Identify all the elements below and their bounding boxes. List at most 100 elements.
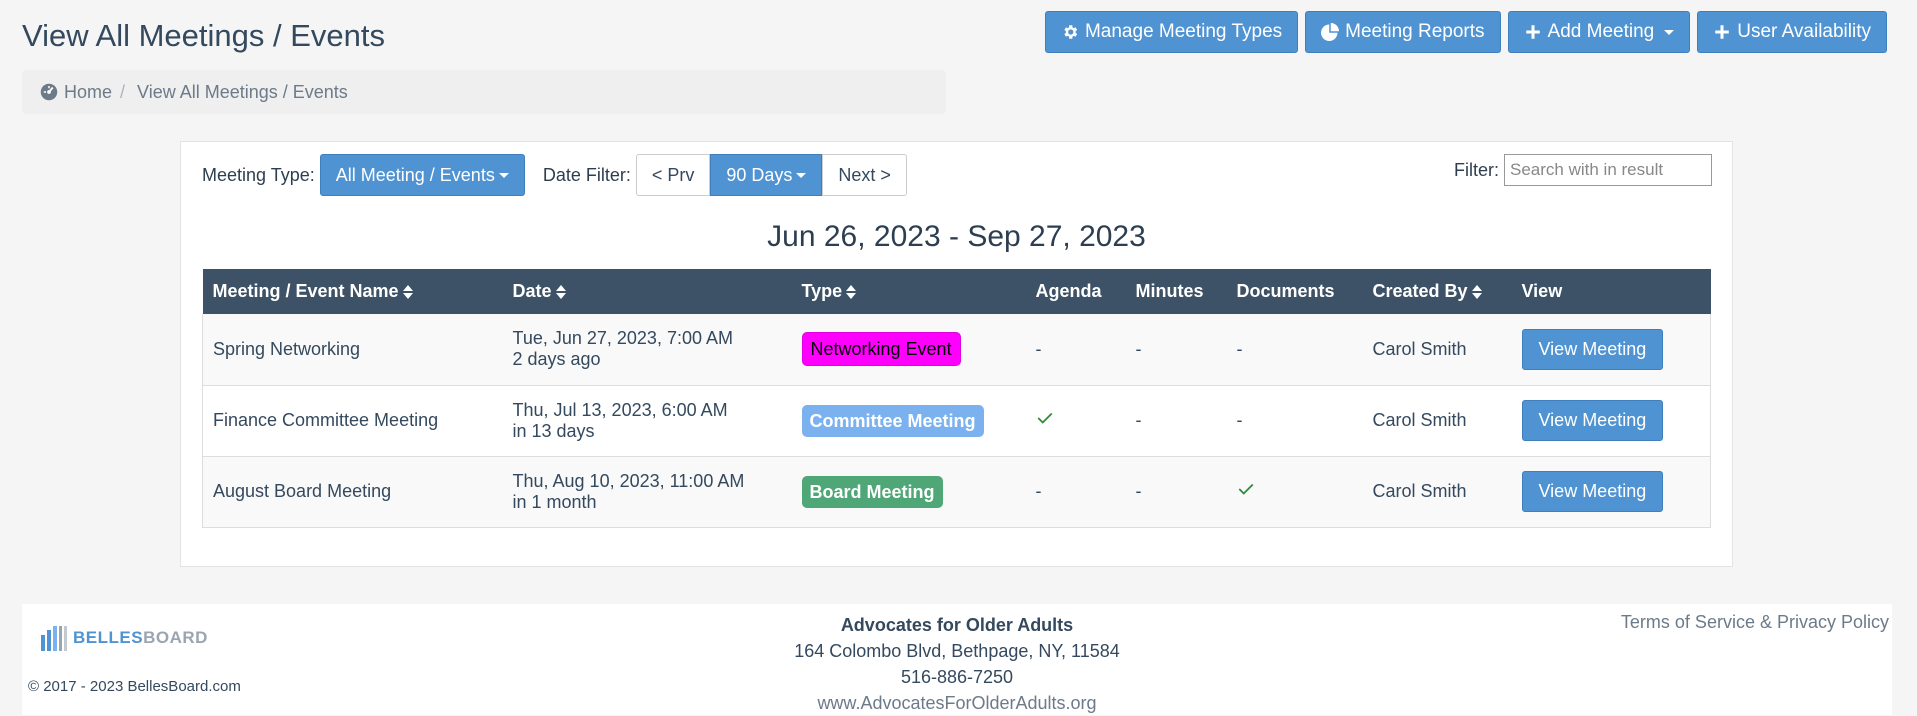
meeting-type: Networking Event — [791, 314, 1026, 386]
breadcrumb-current: View All Meetings / Events — [137, 81, 348, 102]
add-meeting-label: Add Meeting — [1547, 21, 1655, 42]
table-header-row: Meeting / Event Name Date Type Agenda Mi… — [202, 269, 1711, 314]
agenda-cell — [1025, 385, 1126, 457]
sort-icon — [1471, 285, 1482, 300]
user-availability-label: User Availability — [1737, 21, 1871, 42]
view-meeting-button[interactable]: View Meeting — [1521, 328, 1664, 370]
date-relative: 2 days ago — [512, 349, 601, 370]
created-by: Carol Smith — [1362, 456, 1512, 528]
view-cell: View Meeting — [1511, 456, 1711, 528]
documents-cell: - — [1226, 385, 1363, 457]
col-view-header: View — [1511, 269, 1711, 314]
type-badge: Networking Event — [801, 332, 961, 367]
next-range-button[interactable]: Next > — [822, 154, 907, 196]
sort-icon — [846, 285, 857, 300]
search-filter: Filter: — [1454, 154, 1712, 186]
plus-icon — [1525, 25, 1540, 39]
filter-bar: Meeting Type: All Meeting / Events Date … — [202, 154, 907, 196]
manage-meeting-types-button[interactable]: Manage Meeting Types — [1044, 11, 1299, 53]
table-row: August Board Meeting Thu, Aug 10, 2023, … — [202, 456, 1711, 528]
col-created-by-header[interactable]: Created By — [1362, 269, 1512, 314]
check-icon — [1238, 483, 1253, 495]
top-actions: Manage Meeting Types Meeting Reports Add… — [1044, 11, 1887, 53]
col-agenda-header: Agenda — [1025, 269, 1126, 314]
page-title: View All Meetings / Events — [22, 18, 385, 53]
col-created-by-label: Created By — [1372, 281, 1468, 301]
date-filter-label: Date Filter: — [542, 164, 631, 185]
org-phone: 516-886-7250 — [900, 667, 1014, 687]
range-value: 90 Days — [726, 164, 793, 185]
meeting-date: Thu, Jul 13, 2023, 6:00 AM in 13 days — [502, 385, 792, 457]
agenda-cell: - — [1025, 456, 1126, 528]
col-type-label: Type — [801, 281, 843, 301]
documents-cell — [1226, 456, 1363, 528]
meeting-reports-button[interactable]: Meeting Reports — [1305, 11, 1501, 53]
add-meeting-button[interactable]: Add Meeting — [1507, 11, 1691, 53]
minutes-cell: - — [1125, 456, 1227, 528]
user-availability-button[interactable]: User Availability — [1697, 11, 1887, 53]
meeting-type: Board Meeting — [791, 456, 1026, 528]
col-minutes-header: Minutes — [1125, 269, 1227, 314]
meeting-type-label: Meeting Type: — [202, 164, 315, 185]
date-value: Tue, Jun 27, 2023, 7:00 AM — [512, 328, 733, 349]
meeting-type-value: All Meeting / Events — [335, 164, 495, 185]
caret-down-icon — [1664, 29, 1675, 35]
meeting-reports-label: Meeting Reports — [1345, 21, 1485, 42]
meetings-panel: Meeting Type: All Meeting / Events Date … — [180, 141, 1733, 567]
col-documents-header: Documents — [1226, 269, 1363, 314]
date-relative: in 1 month — [512, 491, 597, 512]
org-website-link[interactable]: www.AdvocatesForOlderAdults.org — [22, 690, 1892, 716]
documents-cell: - — [1226, 314, 1363, 386]
date-relative: in 13 days — [512, 420, 595, 441]
col-date-header[interactable]: Date — [502, 269, 792, 314]
check-icon — [1037, 412, 1052, 424]
plus-icon — [1715, 25, 1729, 39]
search-input[interactable] — [1504, 154, 1712, 186]
date-value: Thu, Aug 10, 2023, 11:00 AM — [512, 470, 745, 491]
agenda-cell: - — [1025, 314, 1126, 386]
view-meeting-button[interactable]: View Meeting — [1521, 471, 1664, 512]
meeting-date: Thu, Aug 10, 2023, 11:00 AM in 1 month — [502, 456, 792, 528]
range-dropdown[interactable]: 90 Days — [710, 154, 823, 196]
col-type-header[interactable]: Type — [791, 269, 1026, 314]
table-row: Spring Networking Tue, Jun 27, 2023, 7:0… — [202, 314, 1711, 386]
created-by: Carol Smith — [1362, 385, 1512, 457]
caret-down-icon — [498, 172, 509, 178]
org-name: Advocates for Older Adults — [840, 615, 1074, 635]
breadcrumb-home-label: Home — [64, 81, 113, 102]
org-address: 164 Colombo Blvd, Bethpage, NY, 11584 — [794, 641, 1120, 661]
footer: BELLESBOARD © 2017 - 2023 BellesBoard.co… — [22, 604, 1892, 715]
terms-link[interactable]: Terms of Service & Privacy Policy — [1621, 612, 1889, 633]
prev-range-button[interactable]: < Prv — [635, 154, 711, 196]
pie-chart-icon — [1321, 23, 1340, 41]
dashboard-icon — [40, 83, 58, 101]
meeting-type: Committee Meeting — [791, 385, 1026, 457]
meeting-name: Spring Networking — [202, 314, 503, 386]
meeting-date: Tue, Jun 27, 2023, 7:00 AM 2 days ago — [502, 314, 792, 386]
meeting-name: August Board Meeting — [202, 456, 503, 528]
view-meeting-button[interactable]: View Meeting — [1521, 400, 1664, 441]
view-cell: View Meeting — [1511, 385, 1711, 457]
breadcrumb-separator: / — [120, 81, 126, 102]
org-info: Advocates for Older Adults 164 Colombo B… — [22, 612, 1892, 716]
meeting-type-dropdown[interactable]: All Meeting / Events — [319, 154, 525, 196]
col-date-label: Date — [512, 281, 552, 301]
view-cell: View Meeting — [1511, 314, 1711, 386]
type-badge: Committee Meeting — [801, 404, 984, 437]
sort-icon — [555, 285, 566, 300]
meeting-name: Finance Committee Meeting — [202, 385, 503, 457]
caret-down-icon — [796, 172, 807, 178]
sort-icon — [402, 285, 413, 300]
breadcrumb: Home / View All Meetings / Events — [22, 70, 946, 114]
search-label: Filter: — [1454, 159, 1499, 180]
col-name-header[interactable]: Meeting / Event Name — [202, 269, 503, 314]
date-filter-group: < Prv 90 Days Next > — [635, 154, 907, 196]
date-range-title: Jun 26, 2023 - Sep 27, 2023 — [767, 220, 1146, 253]
table-row: Finance Committee Meeting Thu, Jul 13, 2… — [202, 385, 1711, 457]
date-value: Thu, Jul 13, 2023, 6:00 AM — [512, 399, 728, 420]
minutes-cell: - — [1125, 314, 1227, 386]
type-badge: Board Meeting — [801, 475, 943, 508]
minutes-cell: - — [1125, 385, 1227, 457]
breadcrumb-home-link[interactable]: Home — [40, 82, 112, 103]
manage-meeting-types-label: Manage Meeting Types — [1084, 21, 1283, 42]
